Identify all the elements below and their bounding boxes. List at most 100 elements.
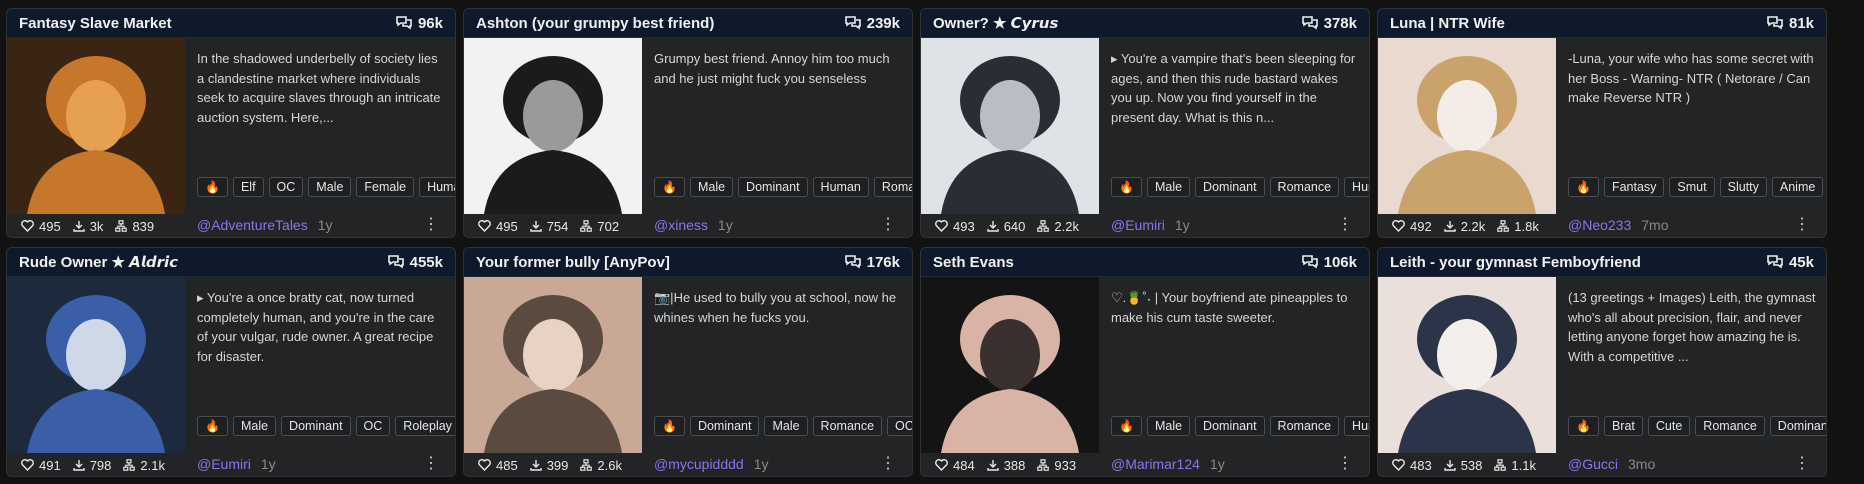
character-image[interactable] (464, 38, 642, 214)
more-options-icon[interactable]: ⋮ (1788, 456, 1816, 472)
tag-chip[interactable]: Romance (873, 177, 912, 197)
author-link[interactable]: @Marimar124 (1111, 456, 1200, 472)
more-options-icon[interactable]: ⋮ (1331, 456, 1359, 472)
character-image[interactable] (1378, 277, 1556, 453)
more-options-icon[interactable]: ⋮ (1331, 217, 1359, 233)
character-image[interactable] (464, 277, 642, 453)
tag-chip[interactable]: Human (812, 177, 869, 197)
card-title[interactable]: Fantasy Slave Market (19, 15, 172, 32)
character-image[interactable] (7, 38, 185, 214)
author-link[interactable]: @xiness (654, 217, 708, 233)
tag-chip[interactable]: Male (232, 416, 277, 436)
trending-fire-icon[interactable]: 🔥 (197, 416, 228, 436)
character-card[interactable]: Seth Evans 106k ♡.🍍˚˖ | Your boyfriend a… (920, 247, 1370, 477)
author-link[interactable]: @mycupidddd (654, 456, 744, 472)
author-link[interactable]: @Eumiri (1111, 217, 1165, 233)
tag-chip[interactable]: OC (887, 416, 912, 436)
tag-chip[interactable]: Female (356, 177, 415, 197)
tag-chip[interactable]: Elf (232, 177, 264, 197)
more-options-icon[interactable]: ⋮ (417, 456, 445, 472)
tag-chip[interactable]: OC (268, 177, 304, 197)
card-title[interactable]: Your former bully [AnyPov] (476, 254, 670, 271)
tag-chip[interactable]: Cute (1647, 416, 1691, 436)
heart-icon (935, 459, 948, 471)
download-icon (530, 221, 542, 232)
chat-count: 106k (1301, 254, 1357, 271)
trending-fire-icon[interactable]: 🔥 (1111, 177, 1142, 197)
character-description: Grumpy best friend. Annoy him too much a… (654, 51, 890, 86)
chat-count-value: 378k (1323, 14, 1357, 32)
stats-bar: 491 798 2.1k (7, 453, 185, 476)
character-card[interactable]: Fantasy Slave Market 96k In the shadowed… (6, 8, 456, 238)
tag-chip[interactable]: Male (689, 177, 734, 197)
more-options-icon[interactable]: ⋮ (874, 217, 902, 233)
trending-fire-icon[interactable]: 🔥 (654, 177, 685, 197)
tag-chip[interactable]: Roleplay (395, 416, 455, 436)
character-description: In the shadowed underbelly of society li… (197, 51, 441, 125)
character-description: ▸ You're a once bratty cat, now turned c… (197, 290, 435, 364)
tag-chip[interactable]: Fantasy (1603, 177, 1665, 197)
downloads-count: 538 (1460, 457, 1483, 473)
character-card[interactable]: Your former bully [AnyPov] 176k 📷|He use… (463, 247, 913, 477)
card-title[interactable]: Rude Owner ★ 𝘼𝙡𝙙𝙧𝙞𝙘 (19, 253, 178, 271)
tag-chip[interactable]: Male (764, 416, 808, 436)
tag-chip[interactable]: Dominant (1195, 177, 1265, 197)
trending-fire-icon[interactable]: 🔥 (1568, 416, 1599, 436)
character-image[interactable] (7, 277, 185, 453)
tag-chip[interactable]: Dominant (1195, 416, 1265, 436)
forks-stat: 1.1k (1494, 458, 1536, 473)
card-title[interactable]: Seth Evans (933, 254, 1014, 271)
author-link[interactable]: @Gucci (1568, 456, 1618, 472)
chat-bubbles-icon (1767, 255, 1783, 269)
tag-chip[interactable]: Male (308, 177, 352, 197)
tag-chip[interactable]: Romance (1269, 416, 1340, 436)
stats-bar: 495 3k 839 (7, 214, 185, 237)
character-image[interactable] (921, 277, 1099, 453)
card-title[interactable]: Luna | NTR Wife (1390, 15, 1505, 32)
chat-count: 96k (396, 15, 443, 32)
forks-count: 1.1k (1511, 457, 1536, 473)
character-card[interactable]: Rude Owner ★ 𝘼𝙡𝙙𝙧𝙞𝙘 455k ▸ You're a once… (6, 247, 456, 477)
character-card[interactable]: Luna | NTR Wife 81k -Luna, your wife who… (1377, 8, 1827, 238)
tag-chip[interactable]: Male (1146, 177, 1191, 197)
character-card[interactable]: Owner? ★ 𝘾𝙮𝙧𝙪𝙨 378k ▸ You're a vampire t… (920, 8, 1370, 238)
character-image[interactable] (921, 38, 1099, 214)
trending-fire-icon[interactable]: 🔥 (654, 416, 685, 436)
trending-fire-icon[interactable]: 🔥 (1111, 416, 1142, 436)
card-title[interactable]: Ashton (your grumpy best friend) (476, 15, 714, 32)
author-link[interactable]: @Eumiri (197, 456, 251, 472)
character-card[interactable]: Leith - your gymnast Femboyfriend 45k (1… (1377, 247, 1827, 477)
tag-chip[interactable]: Dominant (1769, 416, 1826, 436)
author-link[interactable]: @AdventureTales (197, 217, 308, 233)
tag-chip[interactable]: OC (355, 416, 391, 436)
tag-chip[interactable]: Slutty (1719, 177, 1767, 197)
fork-icon (1037, 220, 1050, 232)
tag-chip[interactable]: Human (1344, 177, 1369, 197)
tag-chip[interactable]: Anime (1771, 177, 1824, 197)
tag-chip[interactable]: Human (419, 177, 455, 197)
forks-stat: 702 (580, 219, 619, 234)
tag-chip[interactable]: Human (1344, 416, 1369, 436)
more-options-icon[interactable]: ⋮ (1788, 217, 1816, 233)
tag-chip[interactable]: Romance (812, 416, 883, 436)
tag-chip[interactable]: Smut (1669, 177, 1715, 197)
character-card[interactable]: Ashton (your grumpy best friend) 239k Gr… (463, 8, 913, 238)
tag-chip[interactable]: Brat (1603, 416, 1643, 436)
tag-chip[interactable]: Romance (1695, 416, 1765, 436)
author-row: @Eumiri 1y ⋮ (197, 454, 445, 474)
more-options-icon[interactable]: ⋮ (417, 217, 445, 233)
trending-fire-icon[interactable]: 🔥 (1568, 177, 1599, 197)
card-title[interactable]: Owner? ★ 𝘾𝙮𝙧𝙪𝙨 (933, 14, 1058, 32)
tag-chip[interactable]: Male (1146, 416, 1191, 436)
more-options-icon[interactable]: ⋮ (874, 456, 902, 472)
tag-chip[interactable]: Dominant (281, 416, 351, 436)
likes-count: 492 (1410, 218, 1432, 234)
card-title[interactable]: Leith - your gymnast Femboyfriend (1390, 254, 1641, 271)
trending-fire-icon[interactable]: 🔥 (197, 177, 228, 197)
tag-chip[interactable]: Dominant (689, 416, 760, 436)
tag-chip[interactable]: Romance (1269, 177, 1340, 197)
forks-stat: 2.1k (123, 458, 165, 473)
author-link[interactable]: @Neo233 (1568, 217, 1631, 233)
character-image[interactable] (1378, 38, 1556, 214)
tag-chip[interactable]: Dominant (738, 177, 808, 197)
